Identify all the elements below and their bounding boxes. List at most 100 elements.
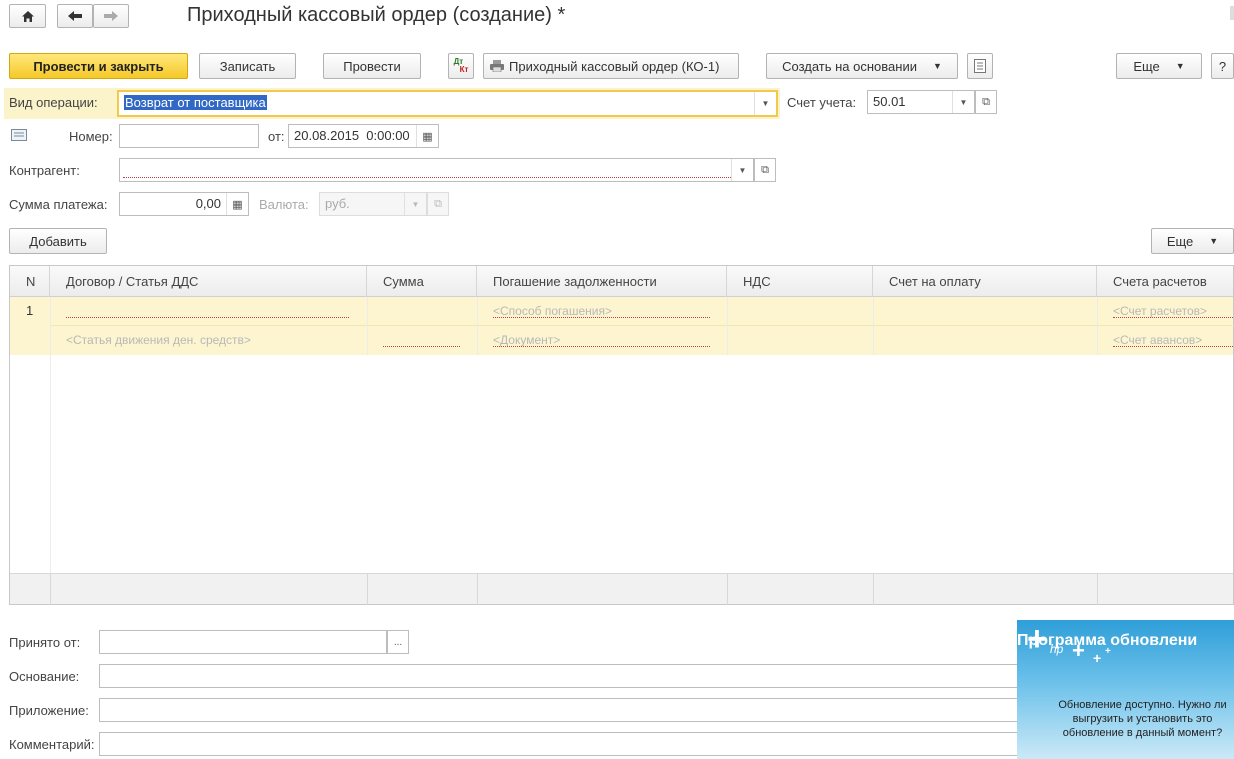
settlement-account-placeholder[interactable]: <Счет расчетов> xyxy=(1113,304,1207,318)
footer-divider xyxy=(477,574,478,605)
column-divider xyxy=(477,297,478,355)
create-based-on-button[interactable]: Создать на основании ▼ xyxy=(766,53,958,79)
column-divider xyxy=(367,297,368,355)
arrow-right-icon xyxy=(104,11,118,21)
column-divider xyxy=(727,297,728,355)
advance-account-placeholder[interactable]: <Счет авансов> xyxy=(1113,333,1202,347)
advance-underline xyxy=(1113,346,1234,347)
add-row-button[interactable]: Добавить xyxy=(9,228,107,254)
footer-divider xyxy=(367,574,368,605)
column-settlement-accounts[interactable]: Счета расчетов xyxy=(1097,266,1234,297)
number-field[interactable] xyxy=(119,124,259,148)
footer-divider xyxy=(50,574,51,605)
received-from-label: Принято от: xyxy=(9,635,81,650)
operation-value: Возврат от поставщика xyxy=(124,95,267,110)
chevron-down-icon: ▼ xyxy=(404,193,426,215)
chevron-down-icon: ▼ xyxy=(1175,61,1185,71)
column-divider xyxy=(50,297,51,575)
document-list-icon xyxy=(974,59,986,73)
footer-divider xyxy=(873,574,874,605)
footer-divider xyxy=(1097,574,1098,605)
operation-label: Вид операции: xyxy=(9,95,98,110)
hp-logo: hp xyxy=(1050,642,1064,656)
received-from-select-button[interactable]: ... xyxy=(387,630,409,654)
basis-field[interactable] xyxy=(99,664,1018,688)
comment-field[interactable] xyxy=(99,732,1018,756)
counterparty-label: Контрагент: xyxy=(9,163,80,178)
popup-message: Обновление доступно. Нужно ли выгрузить … xyxy=(1058,699,1227,739)
help-button[interactable]: ? xyxy=(1211,53,1234,79)
date-field[interactable]: 20.08.2015 0:00:00 ▦ xyxy=(288,124,439,148)
row-number: 1 xyxy=(26,303,34,318)
attachment-field[interactable] xyxy=(99,698,1018,722)
repayment-method-placeholder[interactable]: <Способ погашения> xyxy=(493,304,612,318)
column-vat[interactable]: НДС xyxy=(727,266,873,297)
update-notification-popup[interactable]: + + + + Программа обновлени hp Обновлени… xyxy=(1017,620,1234,759)
document-placeholder[interactable]: <Документ> xyxy=(493,333,560,347)
column-repayment[interactable]: Погашение задолженности xyxy=(477,266,727,297)
chevron-down-icon[interactable]: ▼ xyxy=(754,92,776,115)
basis-label: Основание: xyxy=(9,669,80,684)
chevron-down-icon[interactable]: ▼ xyxy=(952,91,974,113)
post-and-close-button[interactable]: Провести и закрыть xyxy=(9,53,188,79)
printer-icon xyxy=(490,60,504,72)
account-label: Счет учета: xyxy=(787,95,857,110)
chevron-down-icon: ▼ xyxy=(1209,236,1219,246)
report-button[interactable] xyxy=(967,53,993,79)
date-label: от: xyxy=(268,129,285,144)
table-more-button[interactable]: Еще ▼ xyxy=(1151,228,1234,254)
currency-select: руб. ▼ xyxy=(319,192,427,216)
home-button[interactable] xyxy=(9,4,46,28)
amount-label: Сумма платежа: xyxy=(9,197,108,212)
open-icon[interactable]: ⧉ xyxy=(754,158,776,182)
column-contract[interactable]: Договор / Статья ДДС xyxy=(50,266,367,297)
account-select[interactable]: 50.01 ▼ xyxy=(867,90,975,114)
table-footer xyxy=(10,573,1233,605)
home-icon xyxy=(21,10,34,22)
calculator-icon[interactable]: ▦ xyxy=(226,193,248,215)
column-invoice[interactable]: Счет на оплату xyxy=(873,266,1097,297)
repayment-underline xyxy=(493,317,710,318)
dt-kt-icon: Дт Кт xyxy=(453,57,469,74)
contract-underline xyxy=(66,317,349,318)
chevron-down-icon[interactable]: ▼ xyxy=(731,159,753,181)
column-divider xyxy=(1097,297,1098,355)
save-button[interactable]: Записать xyxy=(199,53,296,79)
footer-divider xyxy=(727,574,728,605)
column-amount[interactable]: Сумма xyxy=(367,266,477,297)
row-divider xyxy=(50,325,1234,326)
post-button[interactable]: Провести xyxy=(323,53,421,79)
arrow-left-icon xyxy=(68,11,82,21)
currency-label: Валюта: xyxy=(259,197,309,212)
calendar-icon[interactable]: ▦ xyxy=(416,125,438,147)
page-title: Приходный кассовый ордер (создание) * xyxy=(187,4,566,26)
table-row[interactable]: 1 <Статья движения ден. средств> <Способ… xyxy=(10,297,1234,355)
counterparty-select[interactable]: ▼ xyxy=(119,158,754,182)
open-icon: ⧉ xyxy=(427,192,449,216)
table-header: N Договор / Статья ДДС Сумма Погашение з… xyxy=(10,266,1233,297)
memo-icon xyxy=(11,129,27,141)
open-icon[interactable]: ⧉ xyxy=(975,90,997,114)
cash-flow-item-placeholder[interactable]: <Статья движения ден. средств> xyxy=(66,333,251,347)
comment-label: Комментарий: xyxy=(9,737,95,752)
required-underline xyxy=(123,177,731,178)
column-divider xyxy=(873,297,874,355)
column-n[interactable]: N xyxy=(10,266,50,297)
more-actions-button[interactable]: Еще ▼ xyxy=(1116,53,1202,79)
document-underline xyxy=(493,346,710,347)
sparkle-icon: + xyxy=(1093,650,1102,666)
print-button[interactable]: Приходный кассовый ордер (КО-1) xyxy=(483,53,739,79)
amount-underline xyxy=(383,346,460,347)
back-button[interactable] xyxy=(57,4,93,28)
received-from-field[interactable] xyxy=(99,630,387,654)
operation-select[interactable]: Возврат от поставщика ▼ xyxy=(117,90,778,117)
number-label: Номер: xyxy=(69,129,113,144)
chevron-down-icon: ▼ xyxy=(932,61,942,71)
settlement-underline xyxy=(1113,317,1234,318)
amount-field[interactable]: 0,00 ▦ xyxy=(119,192,249,216)
forward-button[interactable] xyxy=(93,4,129,28)
dt-kt-button[interactable]: Дт Кт xyxy=(448,53,474,79)
payments-table[interactable]: N Договор / Статья ДДС Сумма Погашение з… xyxy=(9,265,1234,605)
attachment-label: Приложение: xyxy=(9,703,89,718)
window-scroll-stub xyxy=(1230,6,1234,20)
